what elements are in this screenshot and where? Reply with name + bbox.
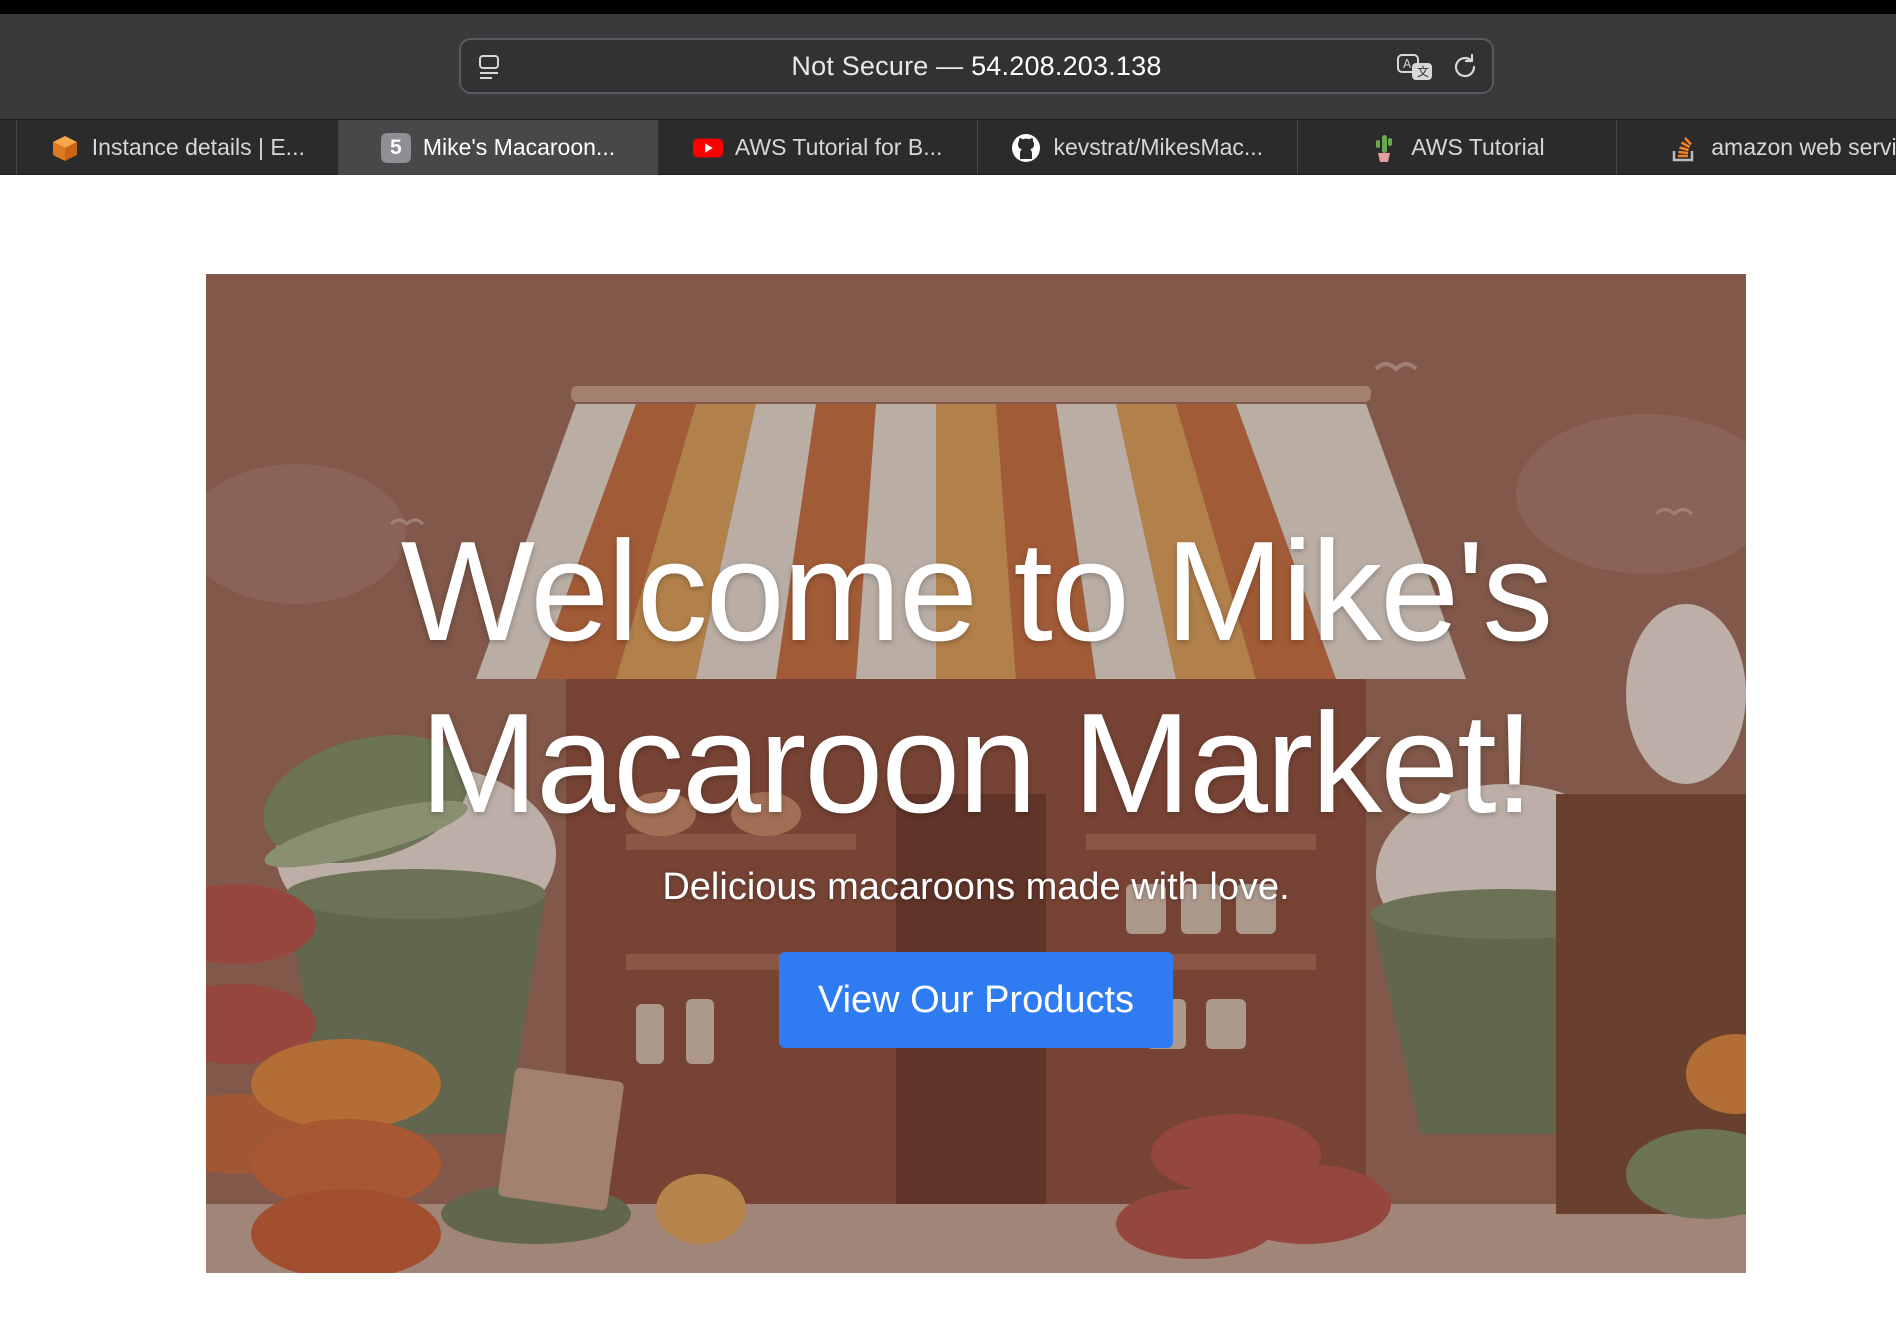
tab-mikes-macaroon[interactable]: 5 Mike's Macaroon... — [337, 120, 658, 175]
svg-text:A: A — [1403, 57, 1412, 71]
page-menu-icon[interactable] — [475, 52, 505, 82]
youtube-icon — [692, 133, 723, 163]
tab-aws-tutorial[interactable]: AWS Tutorial — [1296, 120, 1617, 175]
aws-cube-icon — [50, 133, 80, 163]
hero-title: Welcome to Mike's Macaroon Market! — [206, 506, 1746, 850]
security-status: Not Secure — [791, 50, 929, 81]
hero-subtitle: Delicious macaroons made with love. — [662, 866, 1290, 908]
hero-section: Welcome to Mike's Macaroon Market! Delic… — [206, 274, 1746, 1273]
window-top-strip — [0, 0, 1896, 14]
address-host: 54.208.203.138 — [971, 50, 1162, 81]
tab-label: Instance details | E... — [91, 134, 305, 160]
cactus-icon — [1369, 133, 1399, 163]
tab-label: AWS Tutorial for B... — [734, 134, 943, 160]
tab-instance-details[interactable]: Instance details | E... — [16, 120, 338, 175]
tab-aws-tutorial-youtube[interactable]: AWS Tutorial for B... — [657, 120, 977, 175]
tab-favicon: 5 — [380, 132, 411, 163]
reload-icon[interactable] — [1450, 52, 1480, 82]
stackoverflow-icon — [1669, 133, 1699, 163]
view-products-button[interactable]: View Our Products — [779, 952, 1173, 1048]
tab-label: AWS Tutorial — [1411, 134, 1545, 160]
hero-title-line-1: Welcome to Mike's — [400, 512, 1553, 671]
tab-bar: Instance details | E... 5 Mike's Macaroo… — [0, 119, 1896, 175]
github-icon — [1011, 133, 1041, 163]
tab-label: kevstrat/MikesMac... — [1053, 134, 1264, 160]
tab-amazon-web-services[interactable]: amazon web servic — [1616, 120, 1896, 175]
tab-github-repo[interactable]: kevstrat/MikesMac... — [976, 120, 1297, 175]
tab-label: Mike's Macaroon... — [422, 134, 616, 160]
translate-icon[interactable]: A 文 — [1396, 52, 1436, 84]
tab-label: amazon web servic — [1711, 134, 1896, 160]
svg-text:文: 文 — [1417, 64, 1429, 79]
number-badge-icon: 5 — [380, 132, 411, 163]
address-bar[interactable]: Not Secure — 54.208.203.138 A 文 — [459, 38, 1494, 94]
address-separator: — — [928, 50, 972, 81]
browser-toolbar: Not Secure — 54.208.203.138 A 文 — [0, 14, 1896, 119]
hero-title-line-2: Macaroon Market! — [419, 684, 1534, 843]
address-text[interactable]: Not Secure — 54.208.203.138 — [791, 51, 1161, 82]
